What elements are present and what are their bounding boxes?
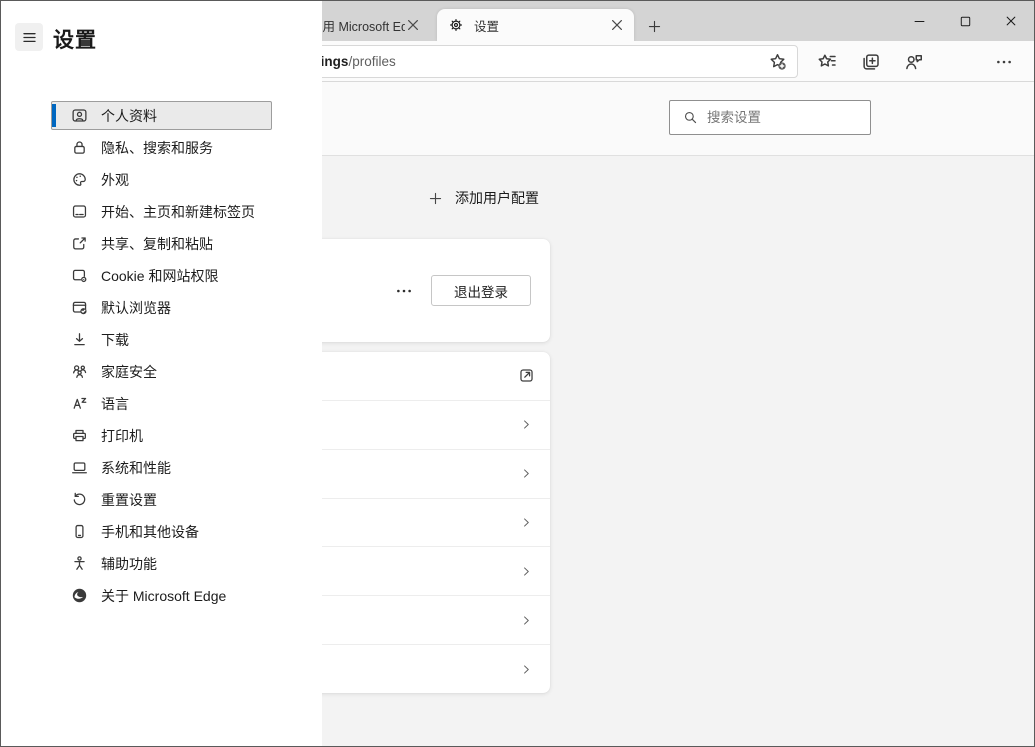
sidebar-item[interactable]: 开始、主页和新建标签页	[51, 197, 272, 226]
settings-search-box[interactable]	[669, 100, 871, 135]
sidebar-item-label: 默认浏览器	[101, 298, 171, 318]
chevron-right-icon	[520, 418, 533, 431]
favorites-button[interactable]	[815, 50, 838, 73]
sidebar-item-label: 语言	[101, 394, 129, 414]
sidebar-item-label: 手机和其他设备	[101, 522, 199, 542]
feedback-button[interactable]	[902, 50, 925, 73]
new-tab-button[interactable]	[642, 14, 666, 38]
search-icon	[683, 110, 698, 125]
add-profile-button[interactable]: 添加用户配置	[428, 187, 539, 209]
share-icon	[71, 235, 88, 252]
plus-icon	[647, 19, 662, 34]
cookie-icon	[71, 267, 88, 284]
start-page-icon	[71, 203, 88, 220]
sidebar-item[interactable]: 打印机	[51, 421, 272, 450]
sidebar-item[interactable]: 默认浏览器	[51, 293, 272, 322]
sidebar-item-label: 打印机	[101, 426, 143, 446]
tab-settings-active[interactable]: 设置	[437, 9, 634, 41]
language-icon	[71, 395, 88, 412]
maximize-button[interactable]	[942, 1, 988, 41]
profile-more-button[interactable]	[394, 281, 414, 301]
close-icon	[1004, 14, 1018, 28]
sidebar-item-label: 外观	[101, 170, 129, 190]
search-input[interactable]	[707, 110, 884, 125]
sidebar-item[interactable]: 家庭安全	[51, 357, 272, 386]
sidebar-item-label: 开始、主页和新建标签页	[101, 202, 255, 222]
browser-menu-button[interactable]	[992, 50, 1015, 73]
sidebar-item[interactable]: 共享、复制和粘贴	[51, 229, 272, 258]
sidebar-item[interactable]: 下载	[51, 325, 272, 354]
chevron-right-icon	[520, 516, 533, 529]
sidebar-item[interactable]: 系统和性能	[51, 453, 272, 482]
minimize-icon	[913, 15, 926, 28]
close-tab-icon[interactable]	[609, 17, 625, 33]
chevron-right-icon	[520, 467, 533, 480]
sidebar-item[interactable]: 关于 Microsoft Edge	[51, 581, 272, 610]
star-list-icon	[817, 52, 837, 72]
more-horizontal-icon	[395, 282, 413, 300]
sidebar-item[interactable]: 外观	[51, 165, 272, 194]
sidebar-item-label: Cookie 和网站权限	[101, 266, 218, 286]
phone-icon	[71, 523, 88, 540]
maximize-icon	[959, 15, 972, 28]
chevron-right-icon	[520, 565, 533, 578]
sidebar-item-label: 辅助功能	[101, 554, 157, 574]
sidebar-item-label: 下载	[101, 330, 129, 350]
tab-title: 设置	[474, 16, 609, 35]
sidebar-item[interactable]: 隐私、搜索和服务	[51, 133, 272, 162]
add-favorite-button[interactable]	[768, 52, 787, 71]
sidebar-item[interactable]: 个人资料	[51, 101, 272, 130]
sidebar-item-label: 重置设置	[101, 490, 157, 510]
download-icon	[71, 331, 88, 348]
sidebar-item[interactable]: Cookie 和网站权限	[51, 261, 272, 290]
sidebar-item-label: 个人资料	[101, 106, 157, 126]
close-tab-icon[interactable]	[405, 17, 421, 33]
add-profile-label: 添加用户配置	[455, 188, 539, 208]
sidebar-item[interactable]: 辅助功能	[51, 549, 272, 578]
sidebar-item-label: 家庭安全	[101, 362, 157, 382]
sidebar-item-label: 关于 Microsoft Edge	[101, 586, 226, 606]
window-controls	[896, 1, 1034, 41]
palette-icon	[71, 171, 88, 188]
profile-card-icon	[71, 107, 88, 124]
page-title: 设置	[53, 24, 97, 54]
minimize-button[interactable]	[896, 1, 942, 41]
person-chat-icon	[904, 52, 924, 72]
edge-logo-icon	[71, 587, 88, 604]
chevron-right-icon	[520, 663, 533, 676]
sidebar-item[interactable]: 语言	[51, 389, 272, 418]
laptop-icon	[71, 459, 88, 476]
reset-icon	[71, 491, 88, 508]
close-window-button[interactable]	[988, 1, 1034, 41]
accessibility-icon	[71, 555, 88, 572]
sidebar-item-label: 共享、复制和粘贴	[101, 234, 213, 254]
sign-out-button[interactable]: 退出登录	[431, 275, 531, 306]
plus-icon	[428, 191, 443, 206]
family-icon	[71, 363, 88, 380]
menu-toggle-button[interactable]	[15, 23, 43, 51]
sidebar-item[interactable]: 手机和其他设备	[51, 517, 272, 546]
browser-window: 欢迎 欢迎使用 Microsoft Edge 设置	[0, 0, 1035, 747]
sidebar-item-label: 隐私、搜索和服务	[101, 138, 213, 158]
external-link-icon	[518, 367, 535, 384]
chevron-right-icon	[520, 614, 533, 627]
lock-icon	[71, 139, 88, 156]
sidebar-nav: 个人资料 隐私、搜索和服务 外观 开始、主页和新建标签页 共享、复制和粘贴 Co…	[51, 101, 272, 613]
sidebar-item[interactable]: 重置设置	[51, 485, 272, 514]
printer-icon	[71, 427, 88, 444]
collections-icon	[861, 52, 881, 72]
collections-button[interactable]	[859, 50, 882, 73]
sidebar-item-label: 系统和性能	[101, 458, 171, 478]
browser-check-icon	[71, 299, 88, 316]
more-horizontal-icon	[995, 53, 1013, 71]
settings-sidebar: 设置 个人资料 隐私、搜索和服务 外观 开始、主页和新建标签页 共享、复制和粘贴	[1, 1, 322, 746]
hamburger-menu-icon	[21, 29, 38, 46]
gear-icon	[448, 17, 464, 33]
